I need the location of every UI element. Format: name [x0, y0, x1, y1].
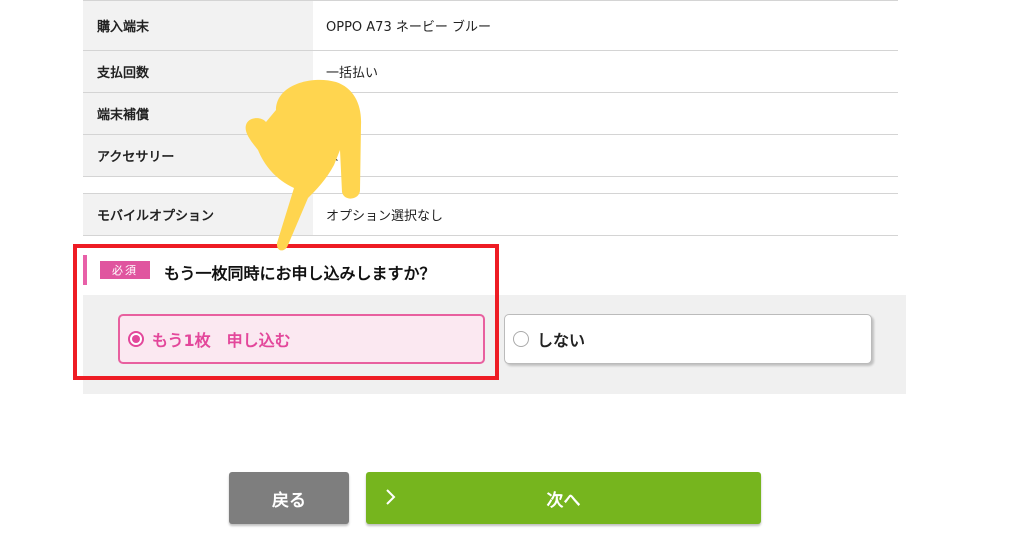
radio-unselected-icon[interactable]: [513, 331, 529, 347]
row-value: な: [326, 150, 340, 165]
row-value: オプション選択なし: [326, 209, 444, 224]
row-label: アクセサリー: [83, 135, 313, 176]
decline-option[interactable]: しない: [504, 314, 872, 364]
summary-row-mobile-option: モバイルオプション オプション選択なし: [83, 194, 898, 236]
section-accent-bar: [83, 255, 87, 285]
summary-row-device: 購入端末 OPPO A73 ネービー ブルー: [83, 0, 898, 51]
radio-selected-icon[interactable]: [128, 331, 144, 347]
question-heading: もう一枚同時にお申し込みしますか？: [164, 264, 436, 283]
row-value: 一括払い: [326, 66, 379, 81]
chevron-right-icon: [386, 489, 396, 505]
order-summary-table: 購入端末 OPPO A73 ネービー ブルー 支払回数 一括払い 端末補償 アク…: [83, 0, 898, 236]
summary-row-payment: 支払回数 一括払い: [83, 51, 898, 93]
next-button[interactable]: 次へ: [366, 472, 761, 524]
table-spacer: [83, 177, 898, 194]
back-button-label: 戻る: [272, 490, 306, 511]
back-button[interactable]: 戻る: [229, 472, 349, 524]
row-label: 購入端末: [83, 1, 313, 50]
row-value: OPPO A73 ネービー ブルー: [326, 20, 491, 35]
row-label: 端末補償: [83, 93, 313, 134]
summary-row-accessory: アクセサリー な: [83, 135, 898, 177]
row-label: 支払回数: [83, 51, 313, 92]
row-label: モバイルオプション: [83, 194, 313, 235]
summary-row-device-warranty: 端末補償: [83, 93, 898, 135]
option-label: しない: [537, 331, 586, 350]
next-button-label: 次へ: [546, 490, 581, 511]
row-value: [313, 93, 898, 134]
required-badge: 必須: [100, 261, 150, 279]
option-label: もう1枚 申し込む: [152, 331, 291, 350]
apply-another-option[interactable]: もう1枚 申し込む: [118, 314, 485, 364]
